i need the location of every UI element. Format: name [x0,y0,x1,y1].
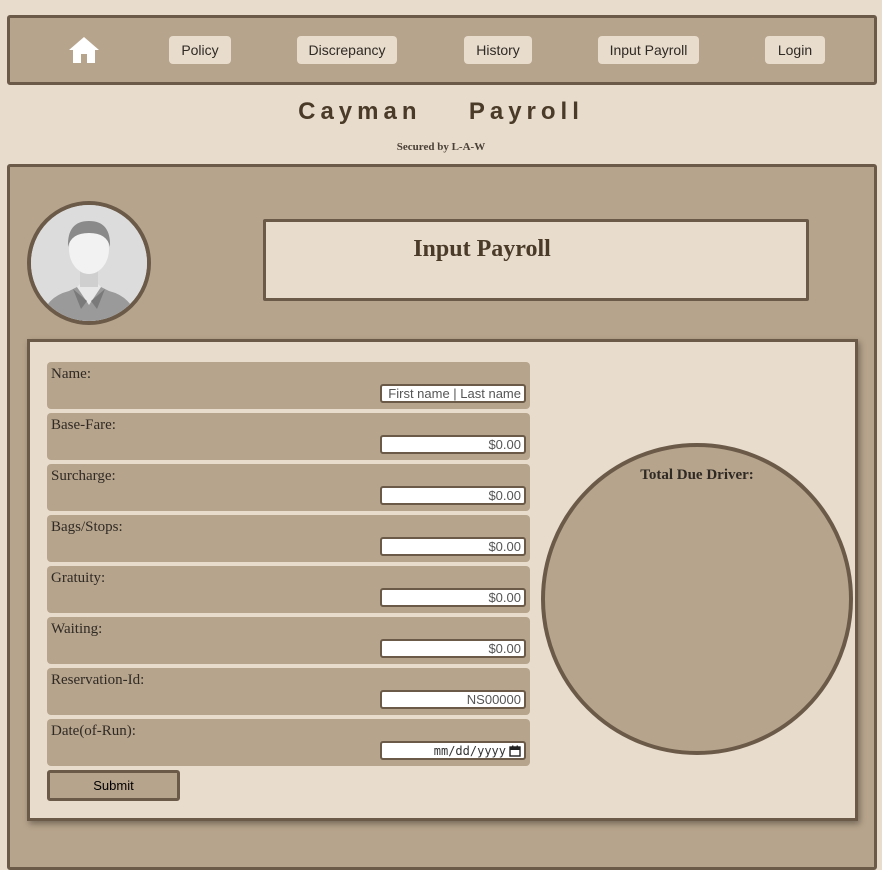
page-title: Input Payroll [413,236,551,262]
date-placeholder: mm/dd/yyyy [433,743,506,758]
nav-history-button[interactable]: History [464,36,532,64]
date-of-run-input[interactable]: mm/dd/yyyy [380,741,526,760]
date-of-run-label: Date(of-Run): [51,723,136,739]
surcharge-field-row: Surcharge: [47,464,530,511]
reservation-id-input[interactable] [380,690,526,709]
top-navbar: Policy Discrepancy History Input Payroll… [7,15,877,85]
name-label: Name: [51,366,91,382]
waiting-label: Waiting: [51,621,103,637]
bags-stops-label: Bags/Stops: [51,519,123,535]
base-fare-field-row: Base-Fare: [47,413,530,460]
date-of-run-field-row: Date(of-Run): mm/dd/yyyy [47,719,530,766]
surcharge-input[interactable] [380,486,526,505]
nav-policy-button[interactable]: Policy [169,36,231,64]
total-due-label: Total Due Driver: [640,467,754,483]
submit-button[interactable]: Submit [47,770,180,801]
reservation-id-label: Reservation-Id: [51,672,145,688]
total-due-circle: Total Due Driver: [541,443,853,755]
name-input[interactable] [380,384,526,403]
waiting-input[interactable] [380,639,526,658]
gratuity-field-row: Gratuity: [47,566,530,613]
home-icon[interactable] [67,35,101,65]
nav-discrepancy-button[interactable]: Discrepancy [297,36,397,64]
calendar-icon[interactable] [509,745,521,757]
waiting-field-row: Waiting: [47,617,530,664]
gratuity-input[interactable] [380,588,526,607]
site-subtitle: Secured by L-A-W [396,141,486,153]
base-fare-input[interactable] [380,435,526,454]
nav-input-payroll-button[interactable]: Input Payroll [598,36,699,64]
base-fare-label: Base-Fare: [51,417,116,433]
bags-stops-field-row: Bags/Stops: [47,515,530,562]
site-title: Cayman Payroll [298,98,584,125]
reservation-id-field-row: Reservation-Id: [47,668,530,715]
surcharge-label: Surcharge: [51,468,116,484]
nav-login-button[interactable]: Login [765,36,825,64]
page-title-box: Input Payroll [263,219,809,301]
user-avatar-icon [27,201,151,325]
gratuity-label: Gratuity: [51,570,106,586]
name-field-row: Name: [47,362,530,409]
bags-stops-input[interactable] [380,537,526,556]
